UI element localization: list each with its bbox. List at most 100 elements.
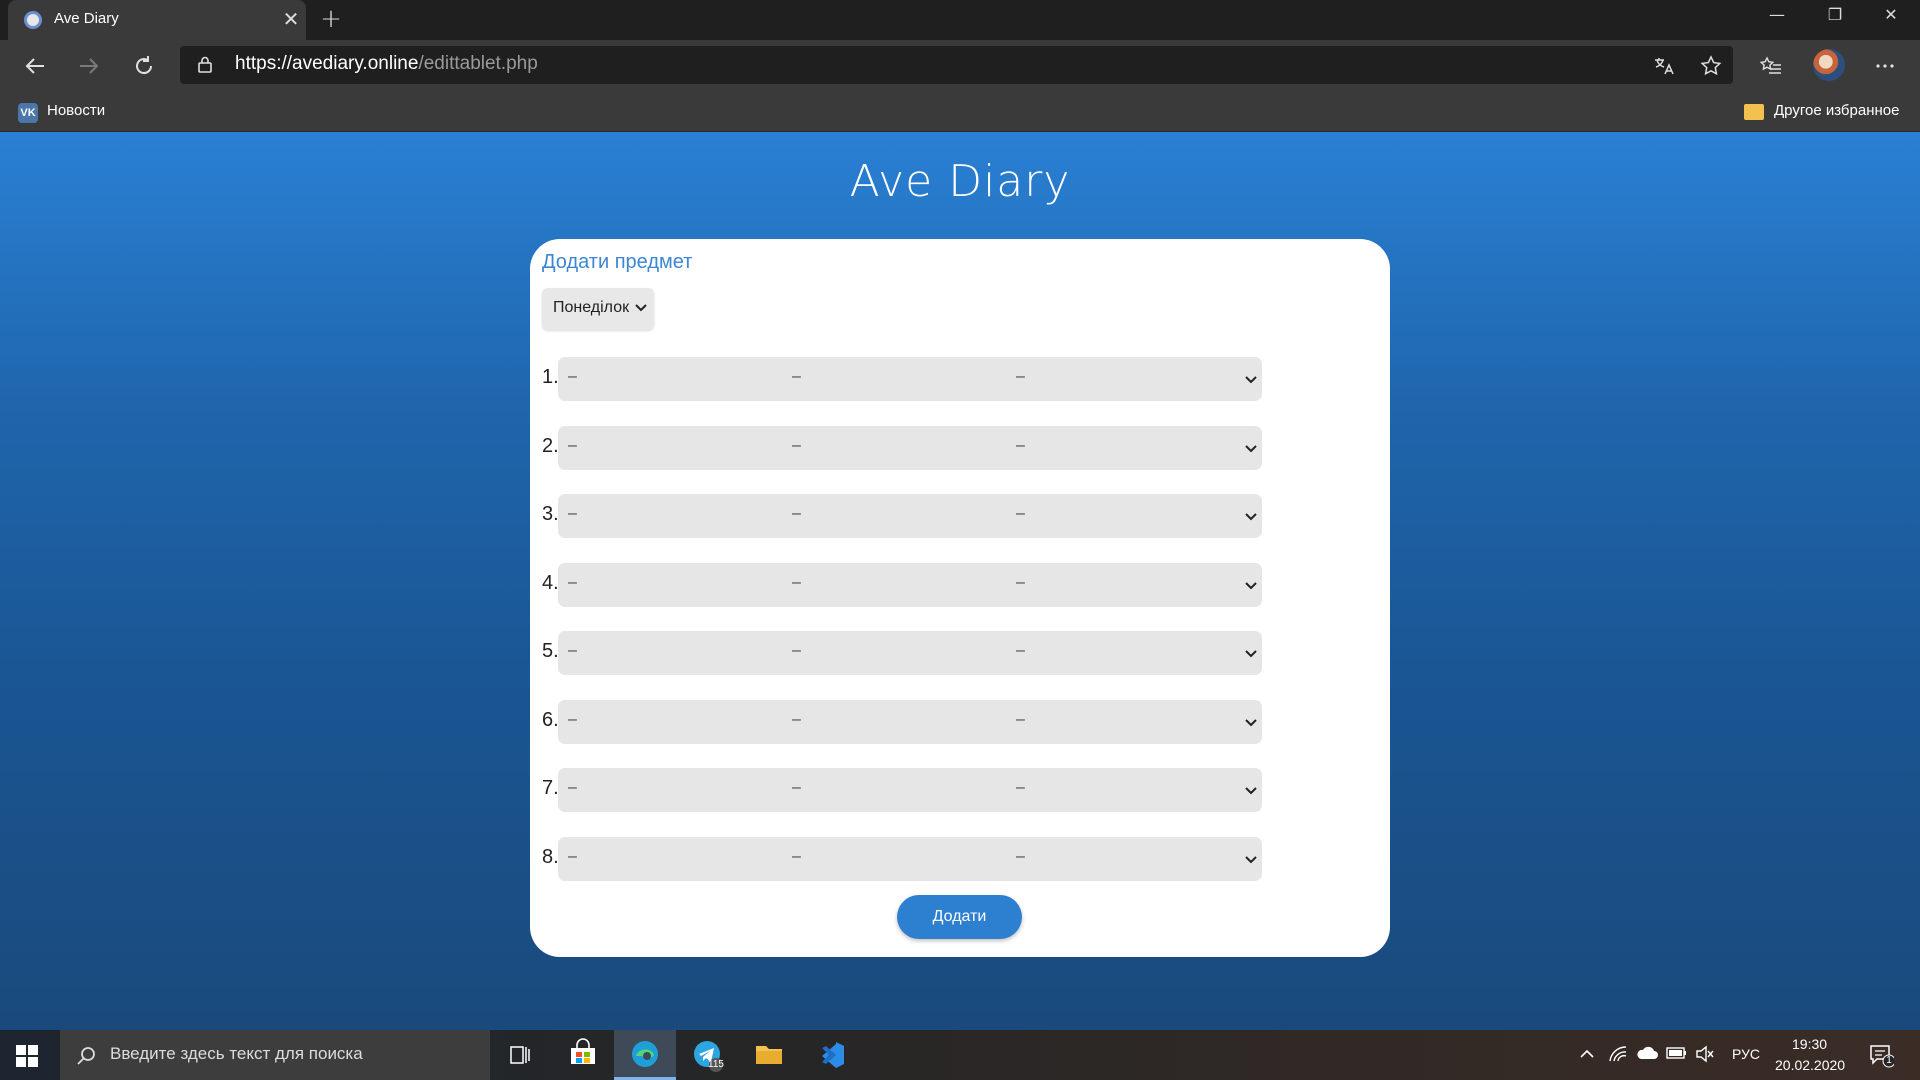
favorite-star-icon[interactable] <box>1696 51 1726 81</box>
lesson-row: 2.–/–/– <box>530 425 1390 470</box>
lesson-select-value: – <box>1016 710 1025 728</box>
lesson-subject-select[interactable]: – <box>1006 631 1262 675</box>
favorites-list-icon[interactable] <box>1756 51 1786 81</box>
add-button[interactable]: Додати <box>897 895 1022 939</box>
battery-icon[interactable] <box>1666 1045 1688 1064</box>
lesson-number: 6. <box>542 708 559 731</box>
lesson-select-value: – <box>1016 436 1025 454</box>
lesson-subject-select[interactable]: – <box>782 699 1038 744</box>
lesson-number: 2. <box>542 434 559 457</box>
windows-start-icon[interactable] <box>16 1045 38 1067</box>
lesson-subject-select[interactable]: – <box>782 631 1038 675</box>
lesson-subject-select[interactable]: – <box>558 836 814 881</box>
store-icon[interactable] <box>552 1030 614 1080</box>
lesson-select-value: – <box>1016 847 1025 865</box>
day-select[interactable]: Понеділок <box>542 288 654 330</box>
lesson-subject-select[interactable]: – <box>782 425 1038 470</box>
chevron-down-icon <box>1244 782 1258 801</box>
lesson-subject-select[interactable]: – <box>1006 768 1262 812</box>
lesson-select-value: – <box>568 436 577 454</box>
chevron-down-icon <box>1244 371 1258 390</box>
lesson-row: 6.–/–/– <box>530 699 1390 744</box>
lesson-subject-select[interactable]: – <box>782 357 1038 401</box>
restore-button[interactable]: ❐ <box>1806 0 1864 32</box>
telegram-icon[interactable]: 115 <box>676 1030 738 1080</box>
lesson-subject-select[interactable]: – <box>558 425 814 470</box>
lesson-subject-select[interactable]: – <box>558 768 814 812</box>
network-icon[interactable] <box>1607 1045 1629 1067</box>
chevron-down-icon <box>1244 851 1258 870</box>
lesson-subject-select[interactable]: – <box>1006 425 1262 470</box>
lesson-subject-select[interactable]: – <box>782 768 1038 812</box>
lesson-subject-select[interactable]: – <box>1006 562 1262 607</box>
more-menu-icon[interactable] <box>1870 51 1900 81</box>
taskbar-search-input[interactable]: Введите здесь текст для поиска <box>60 1030 490 1080</box>
lesson-subject-select[interactable]: – <box>558 631 814 675</box>
lesson-subject-select[interactable]: – <box>782 836 1038 881</box>
lesson-select-value: – <box>792 505 801 522</box>
chevron-up-icon[interactable] <box>1576 1045 1598 1067</box>
refresh-icon[interactable] <box>129 51 159 81</box>
chevron-down-icon <box>635 304 647 312</box>
lesson-subject-select[interactable]: – <box>782 562 1038 607</box>
minimize-button[interactable]: — <box>1748 0 1806 32</box>
lesson-select-value: – <box>568 642 577 659</box>
chevron-down-icon <box>1244 645 1258 664</box>
volume-muted-icon[interactable] <box>1694 1045 1716 1067</box>
lesson-select-value: – <box>792 573 801 591</box>
lesson-row: 5.–/–/– <box>530 631 1390 675</box>
lesson-select-value: – <box>568 847 577 865</box>
edge-icon[interactable] <box>614 1030 676 1080</box>
chevron-down-icon <box>1244 577 1258 596</box>
search-icon <box>77 1047 95 1065</box>
clock-time[interactable]: 19:30 <box>1792 1036 1827 1052</box>
url-text: https://avediary.online/edittablet.php <box>235 53 538 75</box>
lesson-number: 5. <box>542 640 559 662</box>
new-tab-button[interactable]: + <box>316 4 346 34</box>
profile-avatar[interactable] <box>1813 49 1845 81</box>
page-viewport: Ave Diary Додати предмет Понеділок 1.–/–… <box>0 132 1920 1030</box>
back-icon[interactable] <box>20 51 50 81</box>
address-bar[interactable]: https://avediary.online/edittablet.php <box>180 46 1733 84</box>
lesson-subject-select[interactable]: – <box>1006 836 1262 881</box>
lesson-subject-select[interactable]: – <box>1006 699 1262 744</box>
vscode-icon[interactable] <box>800 1030 862 1080</box>
lesson-select-value: – <box>792 642 801 659</box>
language-indicator[interactable]: РУС <box>1732 1046 1760 1062</box>
lesson-subject-select[interactable]: – <box>558 357 814 401</box>
forward-icon[interactable] <box>74 51 104 81</box>
lesson-select-value: – <box>792 368 801 385</box>
lock-icon <box>198 56 212 73</box>
notifications-icon[interactable]: 1 <box>1868 1042 1896 1072</box>
lesson-select-value: – <box>792 847 801 865</box>
lesson-number: 1. <box>542 366 559 388</box>
task-view-icon[interactable] <box>490 1030 552 1080</box>
browser-tab[interactable]: Ave Diary ✕ <box>8 0 306 40</box>
lesson-select-value: – <box>568 573 577 591</box>
lesson-subject-select[interactable]: – <box>558 562 814 607</box>
lesson-select-value: – <box>568 368 577 385</box>
lesson-subject-select[interactable]: – <box>558 494 814 538</box>
chevron-down-icon <box>1244 440 1258 459</box>
lesson-subject-select[interactable]: – <box>558 699 814 744</box>
site-title: Ave Diary <box>849 156 1071 207</box>
folder-icon <box>1744 104 1764 120</box>
translate-icon[interactable] <box>1648 51 1678 81</box>
onedrive-icon[interactable] <box>1636 1045 1658 1065</box>
lesson-subject-select[interactable]: – <box>1006 494 1262 538</box>
clock-date[interactable]: 20.02.2020 <box>1775 1057 1845 1073</box>
file-explorer-icon[interactable] <box>738 1030 800 1080</box>
lesson-subject-select[interactable]: – <box>1006 357 1262 401</box>
close-window-button[interactable]: ✕ <box>1862 0 1920 32</box>
lesson-select-value: – <box>568 505 577 522</box>
lesson-select-value: – <box>1016 505 1025 522</box>
lesson-subject-select[interactable]: – <box>782 494 1038 538</box>
lesson-select-value: – <box>792 436 801 454</box>
tab-strip: Ave Diary ✕ + — ❐ ✕ <box>0 0 1920 40</box>
lesson-number: 3. <box>542 503 559 525</box>
lesson-row: 7.–/–/– <box>530 768 1390 812</box>
bookmarks-bar: VK Новости Другое избранное <box>0 92 1920 132</box>
windows-taskbar: Введите здесь текст для поиска 115 РУС 1… <box>0 1030 1920 1080</box>
lesson-number: 7. <box>542 777 559 799</box>
tab-close-icon[interactable]: ✕ <box>280 7 302 31</box>
